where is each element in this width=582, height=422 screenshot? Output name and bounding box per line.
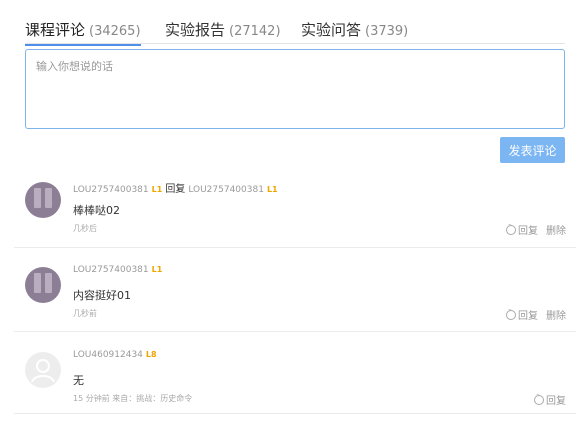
comment-time: 几秒后	[73, 224, 97, 233]
username-link[interactable]: LOU2757400381	[73, 265, 149, 275]
avatar[interactable]	[25, 267, 61, 303]
level-badge: L1	[151, 265, 163, 274]
comment-content: 棒棒哒02	[73, 204, 120, 217]
username-link[interactable]: LOU2757400381	[73, 185, 149, 195]
comment-time: 几秒前	[73, 309, 97, 318]
comment-meta: LOU2757400381 L1	[73, 265, 162, 275]
tab-lab-reports[interactable]: 实验报告 (27142)	[165, 19, 281, 40]
level-badge: L1	[151, 185, 163, 194]
reply-word: 回复	[165, 184, 186, 195]
submit-comment-button[interactable]: 发表评论	[500, 137, 565, 163]
tab-lab-qa[interactable]: 实验问答 (3739)	[301, 19, 408, 40]
comment-meta: LOU2757400381 L1 回复 LOU2757400381 L1	[73, 180, 278, 195]
avatar[interactable]	[25, 182, 61, 218]
comment-actions: 回复	[526, 392, 566, 407]
reply-button[interactable]: 回复	[506, 307, 538, 322]
default-user-icon	[31, 359, 55, 383]
username-link[interactable]: LOU460912434	[73, 350, 143, 360]
tab-label: 实验报告	[165, 21, 226, 39]
tab-course-comments[interactable]: 课程评论 (34265)	[25, 19, 141, 46]
comment-bubble-icon	[506, 222, 516, 235]
comment-item: LOU2757400381L1 内容挺好01 几秒前 回复删除	[14, 265, 576, 332]
reply-label: 回复	[518, 311, 538, 322]
comment-item: LOU460912434L8 无 15 分钟前 来自：挑战：历史命令 回复	[14, 350, 576, 414]
comment-input[interactable]	[25, 49, 565, 129]
level-badge: L1	[266, 185, 278, 194]
comment-item: LOU2757400381 L1 回复 LOU2757400381 L1 棒棒哒02 几…	[14, 180, 576, 248]
comment-bubble-icon	[534, 392, 544, 405]
comment-actions: 回复删除	[498, 222, 566, 237]
reply-label: 回复	[546, 396, 566, 407]
tab-count: (34265)	[89, 24, 141, 39]
comment-actions: 回复删除	[498, 307, 566, 322]
avatar[interactable]	[25, 352, 61, 388]
reply-to-username-link[interactable]: LOU2757400381	[188, 185, 264, 195]
comment-content: 内容挺好01	[73, 289, 131, 302]
level-badge: L8	[145, 350, 157, 359]
comment-tabs: 课程评论 (34265) 实验报告 (27142) 实验问答 (3739)	[25, 16, 565, 46]
tab-count: (27142)	[229, 24, 281, 39]
delete-button[interactable]: 删除	[546, 226, 566, 237]
tab-label: 实验问答	[301, 21, 362, 39]
tab-count: (3739)	[365, 24, 409, 39]
comment-bubble-icon	[506, 307, 516, 320]
delete-button[interactable]: 删除	[546, 311, 566, 322]
comment-content: 无	[73, 374, 84, 387]
reply-label: 回复	[518, 226, 538, 237]
comment-meta: LOU460912434 L8	[73, 350, 157, 360]
tab-label: 课程评论	[25, 21, 86, 39]
reply-button[interactable]: 回复	[506, 222, 538, 237]
reply-button[interactable]: 回复	[534, 392, 566, 407]
comment-time: 15 分钟前 来自：挑战：历史命令	[73, 394, 193, 403]
